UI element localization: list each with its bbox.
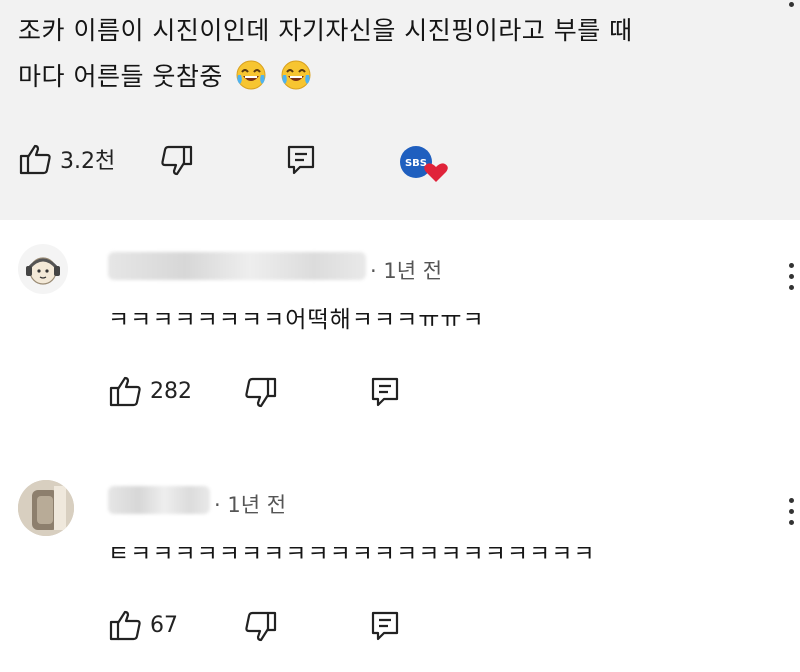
thumbs-up-icon (108, 374, 142, 408)
thumbs-down-icon (244, 376, 278, 410)
thumbs-up-icon (108, 608, 142, 642)
comment-text: 조카 이름이 시진이인데 자기자신을 시진핑이라고 부를 때 마다 어른들 웃참… (18, 8, 783, 100)
more-options-dot[interactable] (789, 2, 794, 7)
username-blurred[interactable] (108, 252, 366, 280)
thumbs-down-icon (244, 610, 278, 644)
reply-comment-icon (370, 610, 400, 642)
dislike-button[interactable] (160, 144, 194, 178)
more-options-button[interactable] (789, 263, 795, 296)
reply-button[interactable] (370, 610, 400, 642)
reply-time: · 1년 전 (214, 493, 287, 517)
reply-comment-icon (286, 144, 316, 176)
like-count: 282 (150, 378, 192, 404)
reply-comment-icon (370, 376, 400, 408)
laughing-emoji-icon (235, 59, 267, 91)
dislike-button[interactable] (244, 376, 278, 410)
username-blurred[interactable] (108, 486, 210, 514)
comment-line-2: 마다 어른들 웃참중 (18, 62, 223, 91)
reply-text: ㅋㅋㅋㅋㅋㅋㅋㅋ어떡해ㅋㅋㅋㅠㅠㅋ (108, 307, 485, 333)
reply-time: · 1년 전 (370, 259, 443, 283)
thumbs-up-icon (18, 142, 52, 176)
avatar[interactable] (18, 244, 68, 294)
dislike-button[interactable] (244, 610, 278, 644)
avatar[interactable] (18, 480, 74, 536)
creator-heart-badge: SBS (398, 144, 452, 186)
user-photo-avatar-icon (18, 480, 74, 536)
like-count: 3.2천 (60, 149, 116, 174)
like-button[interactable]: 3.2천 (18, 142, 115, 176)
comment-line-1: 조카 이름이 시진이인데 자기자신을 시진핑이라고 부를 때 (18, 16, 633, 45)
like-button[interactable]: 282 (108, 374, 192, 408)
creator-badge-text: SBS (405, 158, 427, 169)
headphone-character-avatar-icon (26, 257, 60, 285)
comment-line-2-wrap: 마다 어른들 웃참중 (18, 54, 783, 100)
reply-button[interactable] (286, 144, 316, 176)
laughing-emoji-icon (280, 59, 312, 91)
more-options-button[interactable] (789, 498, 795, 531)
reply-button[interactable] (370, 376, 400, 408)
like-button[interactable]: 67 (108, 608, 178, 642)
like-count: 67 (150, 612, 178, 638)
thumbs-down-icon (160, 144, 194, 178)
main-comment: 조카 이름이 시진이인데 자기자신을 시진핑이라고 부를 때 마다 어른들 웃참… (0, 0, 800, 220)
reply-text: ㅌㅋㅋㅋㅋㅋㅋㅋㅋㅋㅋㅋㅋㅋㅋㅋㅋㅋㅋㅋㅋㅋ (108, 541, 596, 567)
creator-avatar-heart-icon: SBS (398, 144, 452, 186)
